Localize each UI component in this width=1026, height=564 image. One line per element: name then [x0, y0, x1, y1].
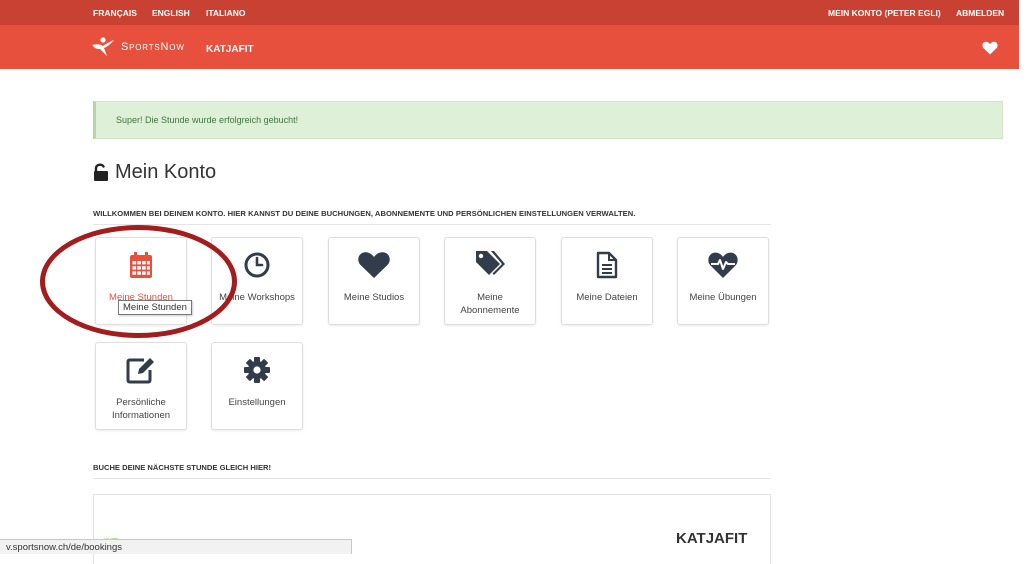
- lang-francais-link[interactable]: FRANÇAIS: [93, 8, 137, 18]
- tile-label: Meine Workshops: [219, 292, 295, 303]
- tile-meine-workshops[interactable]: Meine Workshops: [211, 237, 303, 325]
- studio-name: KATJAFIT: [676, 530, 748, 547]
- welcome-text: WILLKOMMEN BEI DEINEM KONTO. HIER KANNST…: [93, 209, 636, 218]
- heart-icon: [358, 252, 390, 278]
- tile-label: Persönliche Informationen: [111, 397, 171, 421]
- sportsnow-figure-icon: [92, 37, 114, 56]
- edit-icon: [126, 358, 154, 384]
- page-title: Mein Konto: [93, 158, 216, 186]
- my-account-link[interactable]: MEIN KONTO (PETER EGLI): [828, 8, 941, 18]
- page-title-text: Mein Konto: [115, 160, 217, 183]
- booking-heading: BUCHE DEINE NÄCHSTE STUNDE GLEICH HIER!: [93, 463, 272, 472]
- top-bar: FRANÇAIS ENGLISH ITALIANO MEIN KONTO (PE…: [0, 0, 1019, 25]
- success-alert: Super! Die Stunde wurde erfolgreich gebu…: [93, 101, 1003, 139]
- tile-label: Meine Studios: [343, 292, 405, 303]
- tile-meine-studios[interactable]: Meine Studios: [328, 237, 420, 325]
- tile-meine-uebungen[interactable]: Meine Übungen: [677, 237, 769, 325]
- tile-meine-abonnemente[interactable]: Meine Abonnemente: [444, 237, 536, 325]
- success-alert-message: Super! Die Stunde wurde erfolgreich gebu…: [116, 115, 299, 125]
- heart-icon[interactable]: [982, 41, 998, 55]
- brand-name: SportsNow: [121, 41, 185, 53]
- divider: [93, 224, 771, 225]
- studio-link[interactable]: KATJAFIT: [206, 44, 254, 55]
- heartbeat-icon: [708, 252, 738, 278]
- tags-icon: [476, 251, 505, 275]
- tile-label: Meine Abonnemente: [460, 292, 520, 316]
- file-icon: [596, 251, 618, 279]
- lang-italiano-link[interactable]: ITALIANO: [206, 8, 246, 18]
- tile-label: Einstellungen: [228, 397, 286, 408]
- tile-label: Meine Übungen: [689, 292, 757, 303]
- tile-einstellungen[interactable]: Einstellungen: [211, 342, 303, 430]
- divider: [93, 478, 771, 479]
- main-navbar: SportsNow KATJAFIT: [0, 25, 1019, 69]
- unlock-icon: [94, 163, 108, 181]
- logout-link[interactable]: ABMELDEN: [956, 8, 1004, 18]
- clock-icon: [244, 252, 270, 278]
- browser-status-bar: v.sportsnow.ch/de/bookings: [0, 539, 352, 554]
- status-url: v.sportsnow.ch/de/bookings: [6, 542, 123, 553]
- gear-icon: [244, 357, 270, 383]
- calendar-icon: [130, 252, 152, 278]
- tile-label: Meine Dateien: [576, 292, 638, 303]
- lang-english-link[interactable]: ENGLISH: [152, 8, 190, 18]
- sportsnow-logo[interactable]: SportsNow: [91, 36, 185, 58]
- tooltip: Meine Stunden: [118, 300, 192, 315]
- tile-persoenliche-informationen[interactable]: Persönliche Informationen: [95, 342, 187, 430]
- tile-meine-dateien[interactable]: Meine Dateien: [561, 237, 653, 325]
